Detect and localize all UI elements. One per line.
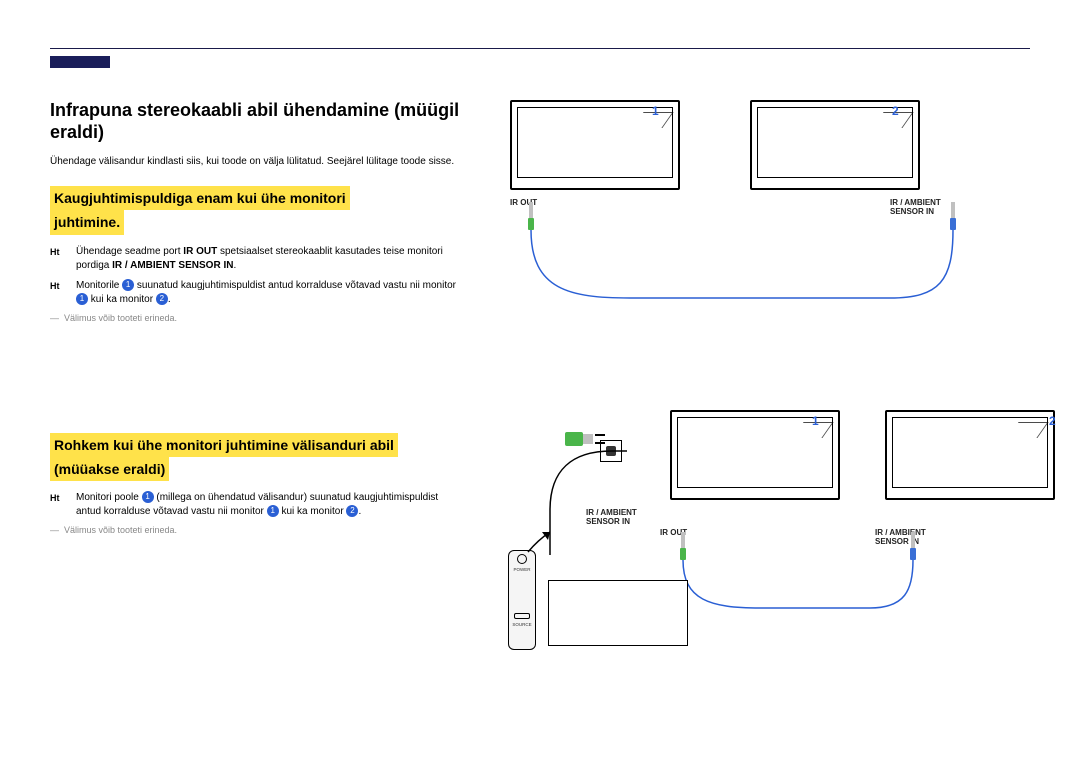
monitor-1-number: 1 [652, 104, 659, 118]
text: kui ka monitor [88, 294, 156, 305]
section2-note: Välimus võib tooteti erineda. [50, 525, 460, 535]
section1-list: Ht Ühendage seadme port IR OUT spetsiaal… [50, 245, 460, 307]
section2-heading: Rohkem kui ühe monitori juhtimine välisa… [50, 433, 460, 481]
num-2-badge: 2 [156, 293, 168, 305]
text: Monitorile [76, 280, 122, 291]
sensor-cable [542, 440, 632, 560]
section1-bullet1: Ht Ühendage seadme port IR OUT spetsiaal… [50, 245, 460, 273]
monitor-1-number: 1 [812, 414, 819, 428]
section2-heading-line2: (müüakse eraldi) [50, 457, 169, 481]
section1-bullet2: Ht Monitorile 1 suunatud kaugjuhtimispul… [50, 279, 460, 307]
text: suunatud kaugjuhtimispuldist antud korra… [134, 280, 456, 291]
monitor-2-number: 2 [892, 104, 899, 118]
section2-list: Ht Monitori poole 1 (millega on ühendatu… [50, 491, 460, 519]
diagram-2: 1 2 IR / AMBIENT SENSOR IN IR OUT IR / A… [490, 410, 1030, 690]
cable-1 [510, 220, 970, 310]
period: . [168, 294, 171, 305]
section2: Rohkem kui ühe monitori juhtimine välisa… [50, 433, 460, 535]
monitor-2 [885, 410, 1055, 500]
bullet-prefix: Ht [50, 492, 60, 505]
section1-heading-line1: Kaugjuhtimispuldiga enam kui ühe monitor… [50, 186, 350, 210]
num-1-badge: 1 [76, 293, 88, 305]
diagram-1: 1 2 IR OUT IR / AMBIENT SENSOR IN [490, 100, 1030, 310]
ir-out-label: IR OUT [183, 246, 217, 257]
text: Ühendage seadme port [76, 246, 183, 257]
right-column: 1 2 IR OUT IR / AMBIENT SENSOR IN 1 [480, 100, 1030, 690]
header-rule [50, 48, 1030, 49]
bullet-prefix: Ht [50, 246, 60, 259]
text: Monitori poole [76, 492, 142, 503]
num-1-badge: 1 [142, 491, 154, 503]
signal-arrow-icon [524, 526, 554, 556]
monitor-2-number: 2 [1049, 414, 1056, 428]
external-box [548, 580, 688, 646]
section1-heading-line2: juhtimine. [50, 210, 124, 234]
text: kui ka monitor [279, 506, 347, 517]
num-2-badge: 2 [346, 505, 358, 517]
num-1-badge: 1 [122, 279, 134, 291]
sensor-label-1: IR / AMBIENT SENSOR IN [586, 508, 656, 526]
period: . [233, 260, 236, 271]
bullet-prefix: Ht [50, 280, 60, 293]
source-label: SOURCE [509, 622, 535, 627]
section2-heading-line1: Rohkem kui ühe monitori juhtimine välisa… [50, 433, 398, 457]
brand-bar [50, 56, 110, 68]
source-button-icon [514, 613, 530, 619]
num-1-badge: 1 [267, 505, 279, 517]
section1-heading: Kaugjuhtimispuldiga enam kui ühe monitor… [50, 186, 460, 234]
sensor-plug-icon [565, 426, 609, 452]
section1-note: Välimus võib tooteti erineda. [50, 313, 460, 323]
period: . [358, 506, 361, 517]
section2-bullet1: Ht Monitori poole 1 (millega on ühendatu… [50, 491, 460, 519]
page-title: Infrapuna stereokaabli abil ühendamine (… [50, 100, 460, 143]
remote-control: POWER SOURCE [508, 550, 536, 650]
left-column: Infrapuna stereokaabli abil ühendamine (… [50, 100, 480, 690]
intro-text: Ühendage välisandur kindlasti siis, kui … [50, 155, 460, 168]
page-content: Infrapuna stereokaabli abil ühendamine (… [50, 100, 1030, 690]
sensor-label: IR / AMBIENT SENSOR IN [112, 260, 233, 271]
cable-2 [670, 550, 940, 620]
